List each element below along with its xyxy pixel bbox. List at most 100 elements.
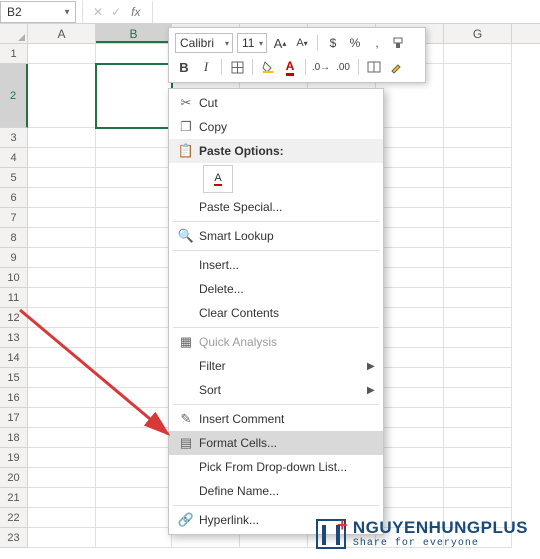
cell[interactable] xyxy=(96,268,172,288)
cell[interactable] xyxy=(444,468,512,488)
cell[interactable] xyxy=(376,428,444,448)
cell[interactable] xyxy=(96,168,172,188)
fill-color-button[interactable] xyxy=(259,58,277,76)
borders-button[interactable] xyxy=(228,58,246,76)
cell[interactable] xyxy=(444,128,512,148)
row-header[interactable]: 8 xyxy=(0,228,28,248)
col-header-a[interactable]: A xyxy=(28,24,96,43)
menu-sort[interactable]: Sort ▶ xyxy=(169,378,383,402)
cell[interactable] xyxy=(28,528,96,548)
cell[interactable] xyxy=(376,128,444,148)
cell[interactable] xyxy=(376,248,444,268)
row-header[interactable]: 5 xyxy=(0,168,28,188)
cell[interactable] xyxy=(376,188,444,208)
name-box-dropdown-icon[interactable]: ▼ xyxy=(63,7,71,16)
cell[interactable] xyxy=(96,348,172,368)
menu-filter[interactable]: Filter ▶ xyxy=(169,354,383,378)
cell[interactable] xyxy=(376,328,444,348)
cell[interactable] xyxy=(376,408,444,428)
cell[interactable] xyxy=(28,348,96,368)
active-cell[interactable] xyxy=(96,64,172,128)
cell[interactable] xyxy=(96,428,172,448)
paste-keep-formatting-button[interactable]: A xyxy=(203,165,233,193)
increase-decimal-button[interactable]: .00 xyxy=(334,58,352,76)
cell[interactable] xyxy=(444,308,512,328)
cell[interactable] xyxy=(28,128,96,148)
cell[interactable] xyxy=(444,248,512,268)
menu-delete[interactable]: Delete... xyxy=(169,277,383,301)
cell[interactable] xyxy=(96,128,172,148)
cell[interactable] xyxy=(28,428,96,448)
cell[interactable] xyxy=(28,148,96,168)
cell[interactable] xyxy=(28,168,96,188)
row-header[interactable]: 4 xyxy=(0,148,28,168)
cell[interactable] xyxy=(96,44,172,64)
cell[interactable] xyxy=(96,148,172,168)
cell[interactable] xyxy=(28,188,96,208)
merge-button[interactable] xyxy=(365,58,383,76)
row-header[interactable]: 9 xyxy=(0,248,28,268)
cell[interactable] xyxy=(28,64,96,128)
cell[interactable] xyxy=(376,348,444,368)
col-header-g[interactable]: G xyxy=(444,24,512,43)
cell[interactable] xyxy=(96,248,172,268)
cell[interactable] xyxy=(28,368,96,388)
format-brush-button[interactable] xyxy=(387,58,405,76)
cell[interactable] xyxy=(28,308,96,328)
cell[interactable] xyxy=(28,468,96,488)
cell[interactable] xyxy=(376,288,444,308)
menu-cut[interactable]: ✂ Cut xyxy=(169,91,383,115)
cell[interactable] xyxy=(96,388,172,408)
cell[interactable] xyxy=(96,308,172,328)
cell[interactable] xyxy=(28,328,96,348)
cell[interactable] xyxy=(28,208,96,228)
cell[interactable] xyxy=(28,388,96,408)
cell[interactable] xyxy=(444,188,512,208)
select-all-corner[interactable] xyxy=(0,24,28,43)
increase-font-button[interactable]: A▴ xyxy=(271,34,289,52)
cell[interactable] xyxy=(444,168,512,188)
cell[interactable] xyxy=(28,408,96,428)
cell[interactable] xyxy=(444,208,512,228)
menu-clear-contents[interactable]: Clear Contents xyxy=(169,301,383,325)
cell[interactable] xyxy=(444,228,512,248)
cell[interactable] xyxy=(444,268,512,288)
cell[interactable] xyxy=(444,64,512,128)
cell[interactable] xyxy=(376,488,444,508)
cell[interactable] xyxy=(96,188,172,208)
row-header[interactable]: 19 xyxy=(0,448,28,468)
row-header[interactable]: 14 xyxy=(0,348,28,368)
cell[interactable] xyxy=(28,248,96,268)
decrease-font-button[interactable]: A▾ xyxy=(293,34,311,52)
row-header[interactable]: 15 xyxy=(0,368,28,388)
cell[interactable] xyxy=(28,268,96,288)
font-size-dropdown[interactable]: 11 ▾ xyxy=(237,33,267,53)
row-header[interactable]: 17 xyxy=(0,408,28,428)
row-header[interactable]: 20 xyxy=(0,468,28,488)
row-header[interactable]: 13 xyxy=(0,328,28,348)
cell[interactable] xyxy=(28,488,96,508)
cell[interactable] xyxy=(376,168,444,188)
row-header[interactable]: 12 xyxy=(0,308,28,328)
row-header[interactable]: 7 xyxy=(0,208,28,228)
row-header[interactable]: 2 xyxy=(0,64,28,128)
menu-copy[interactable]: ❐ Copy xyxy=(169,115,383,139)
row-header[interactable]: 10 xyxy=(0,268,28,288)
cell[interactable] xyxy=(376,368,444,388)
cell[interactable] xyxy=(28,288,96,308)
cell[interactable] xyxy=(376,148,444,168)
row-header[interactable]: 16 xyxy=(0,388,28,408)
cell[interactable] xyxy=(444,448,512,468)
menu-paste-special[interactable]: Paste Special... xyxy=(169,195,383,219)
cell[interactable] xyxy=(376,448,444,468)
decrease-decimal-button[interactable]: .0→ xyxy=(312,58,330,76)
row-header[interactable]: 3 xyxy=(0,128,28,148)
row-header[interactable]: 6 xyxy=(0,188,28,208)
cell[interactable] xyxy=(444,408,512,428)
menu-define-name[interactable]: Define Name... xyxy=(169,479,383,503)
cell[interactable] xyxy=(96,208,172,228)
cell[interactable] xyxy=(28,228,96,248)
cell[interactable] xyxy=(28,44,96,64)
cell[interactable] xyxy=(28,508,96,528)
row-header[interactable]: 21 xyxy=(0,488,28,508)
